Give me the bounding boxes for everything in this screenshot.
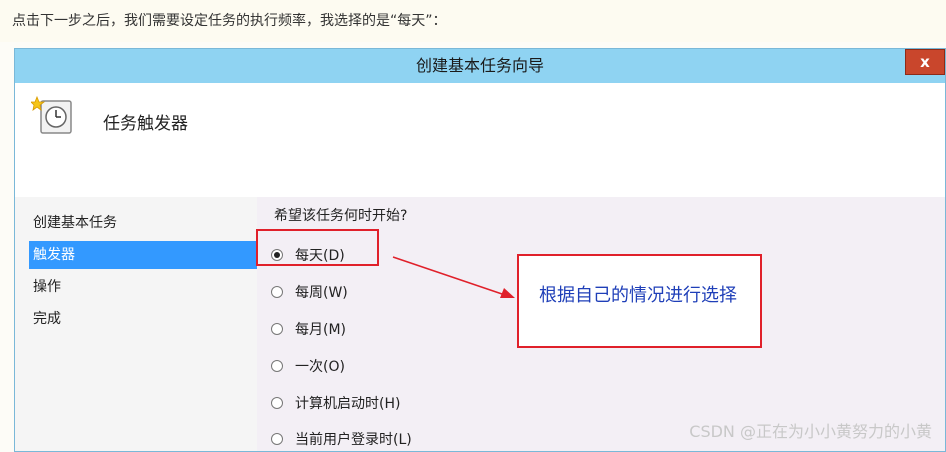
- radio-once[interactable]: [271, 360, 283, 372]
- radio-monthly[interactable]: [271, 323, 283, 335]
- annotation-callout: 根据自己的情况进行选择: [517, 254, 762, 348]
- radio-weekly[interactable]: [271, 286, 283, 298]
- close-icon: x: [920, 53, 930, 71]
- radio-user-logon[interactable]: [271, 433, 283, 445]
- title-bar[interactable]: 创建基本任务向导 x: [15, 49, 945, 83]
- option-user-logon[interactable]: 当前用户登录时(L): [271, 427, 412, 451]
- option-monthly[interactable]: 每月(M): [271, 317, 346, 341]
- page-title: 任务触发器: [103, 114, 188, 134]
- option-weekly-label: 每周(W): [295, 285, 348, 301]
- option-user-logon-label: 当前用户登录时(L): [295, 432, 412, 448]
- option-computer-startup-label: 计算机启动时(H): [295, 396, 401, 412]
- step-action[interactable]: 操作: [29, 273, 257, 301]
- option-monthly-label: 每月(M): [295, 322, 347, 338]
- callout-text: 根据自己的情况进行选择: [539, 285, 737, 306]
- step-trigger[interactable]: 触发器: [29, 241, 257, 269]
- wizard-step-list: 创建基本任务 触发器 操作 完成: [15, 197, 257, 451]
- window-title: 创建基本任务向导: [415, 56, 544, 75]
- option-once[interactable]: 一次(O): [271, 354, 345, 378]
- close-button[interactable]: x: [905, 49, 945, 75]
- option-computer-startup[interactable]: 计算机启动时(H): [271, 391, 400, 415]
- create-basic-task-wizard: 创建基本任务向导 x 任务触发器 创建基本任务 触发器 操作 完成 希望该任务何…: [14, 48, 946, 452]
- option-weekly[interactable]: 每周(W): [271, 280, 348, 304]
- trigger-question: 希望该任务何时开始?: [274, 208, 408, 224]
- step-finish[interactable]: 完成: [29, 305, 257, 333]
- daily-highlight-box: [256, 229, 379, 266]
- wizard-header: 任务触发器: [15, 83, 945, 198]
- clock-task-icon: [31, 95, 72, 134]
- watermark: CSDN @正在为小小黄努力的小黄: [689, 422, 932, 441]
- radio-computer-startup[interactable]: [271, 397, 283, 409]
- article-caption: 点击下一步之后，我们需要设定任务的执行频率，我选择的是“每天”：: [0, 0, 946, 42]
- option-once-label: 一次(O): [295, 359, 345, 375]
- step-create-basic-task[interactable]: 创建基本任务: [29, 209, 257, 237]
